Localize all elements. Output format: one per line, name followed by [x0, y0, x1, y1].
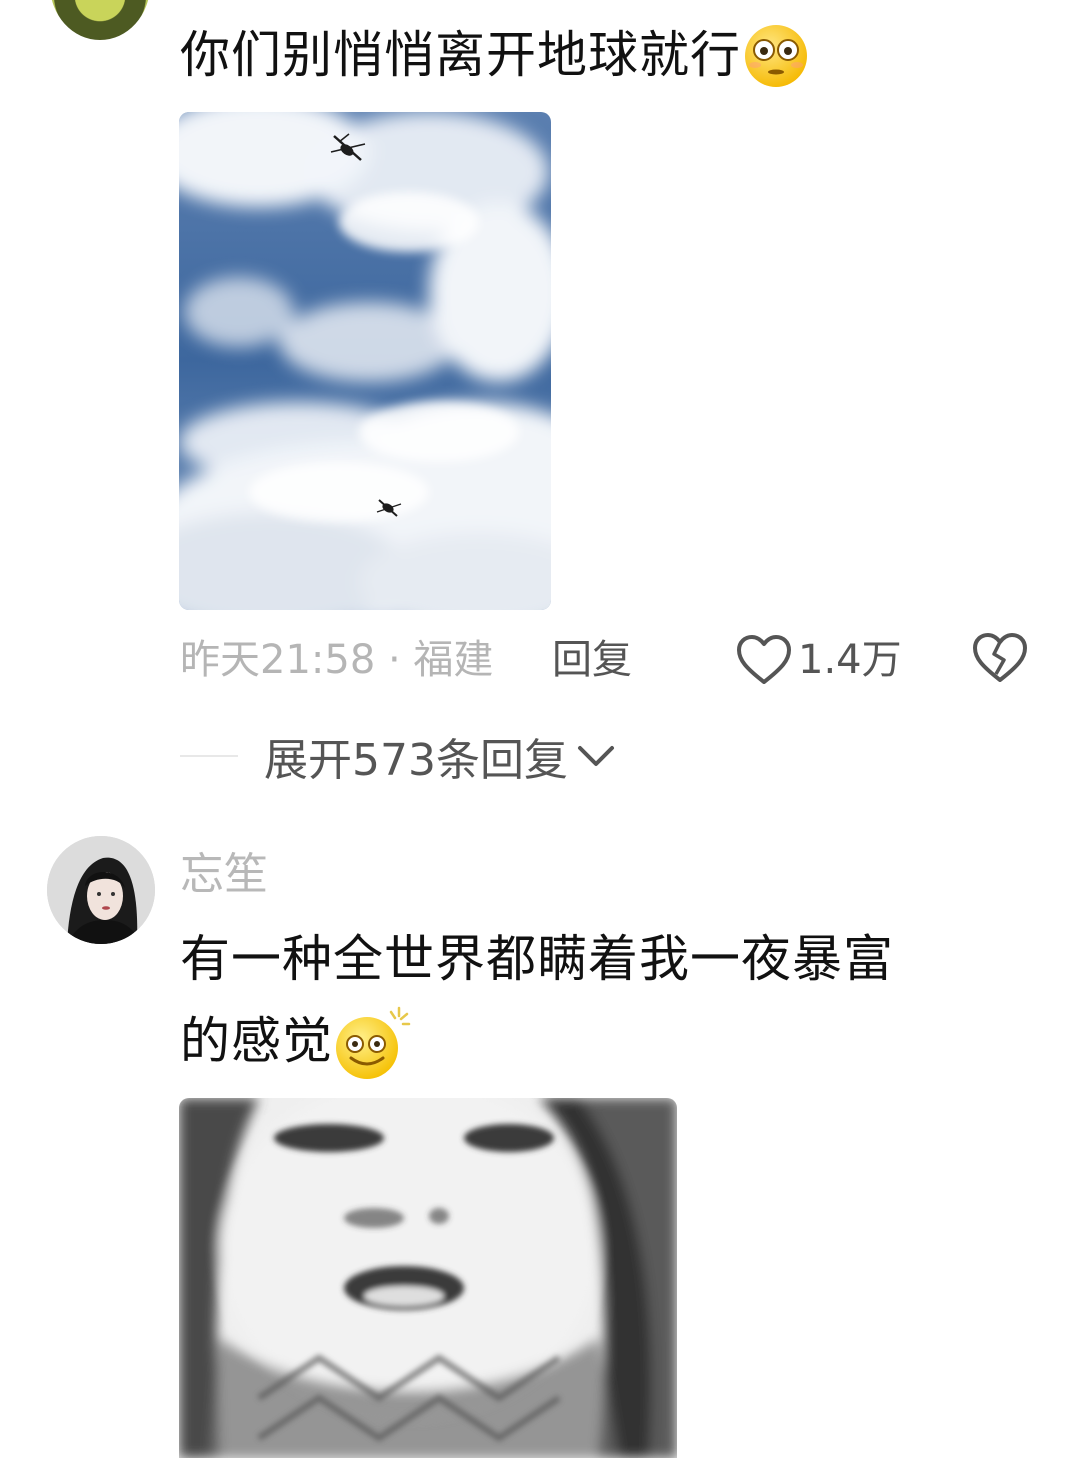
dizzy-smile-emoji-icon	[333, 1006, 411, 1079]
flushed-face-emoji-icon	[741, 20, 811, 90]
reply-button[interactable]: 回复	[552, 632, 632, 688]
comment-image-meme[interactable]	[179, 1098, 677, 1458]
heart-outline-icon	[737, 635, 791, 684]
expand-replies[interactable]: 展开573条回复	[180, 726, 618, 786]
chevron-down-icon	[577, 746, 614, 766]
meme-photo	[179, 1098, 677, 1458]
comment-image-sky[interactable]	[179, 112, 551, 610]
comment-body-line1: 有一种全世界都瞒着我一夜暴富	[180, 930, 894, 988]
expand-replies-label: 展开573条回复	[264, 735, 568, 786]
comment-text: 有一种全世界都瞒着我一夜暴富 的感觉	[180, 918, 894, 1082]
comment-body: 你们别悄悄离开地球就行	[180, 26, 741, 84]
expand-divider	[180, 755, 238, 757]
sky-photo	[179, 112, 551, 610]
comment-timestamp: 昨天21:58 · 福建	[180, 637, 494, 683]
user-avatar-image	[47, 836, 155, 944]
dislike-button[interactable]	[972, 630, 1028, 688]
comment-text: 你们别悄悄离开地球就行	[180, 14, 811, 96]
comment-body-line2: 的感觉	[180, 1012, 333, 1070]
username[interactable]: 忘笙	[180, 845, 268, 905]
commenter-avatar[interactable]	[50, 0, 150, 40]
like-count: 1.4万	[798, 637, 902, 683]
avatar[interactable]	[47, 836, 155, 944]
broken-heart-icon	[973, 633, 1027, 682]
like-button[interactable]: 1.4万	[736, 632, 902, 688]
